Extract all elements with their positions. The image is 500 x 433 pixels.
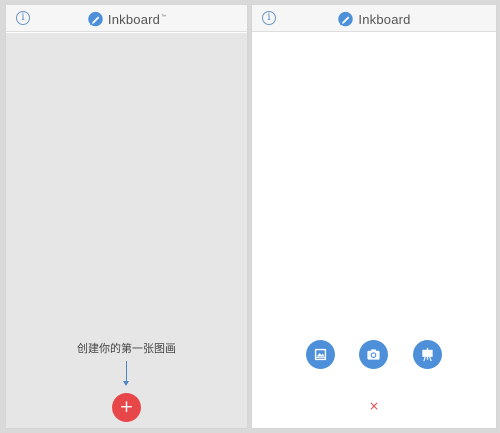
photo-gallery-icon — [314, 348, 327, 361]
down-arrow-icon — [126, 361, 127, 383]
pencil-bubble-logo-icon — [88, 11, 103, 26]
camera-button[interactable] — [359, 340, 388, 369]
top-bar: i Inkboard ™ — [6, 5, 247, 32]
app-name: Inkboard — [358, 11, 411, 27]
pencil-bubble-logo-icon — [338, 11, 354, 26]
create-first-drawing-hint: 创建你的第一张图画 — [77, 342, 176, 355]
add-drawing-button[interactable]: + — [112, 393, 141, 422]
camera-icon — [367, 349, 380, 360]
trademark-mark: ™ — [161, 14, 167, 20]
app-name: Inkboard — [107, 11, 161, 27]
new-drawing-screen: i Inkboard × — [251, 4, 497, 429]
close-icon[interactable]: × — [368, 400, 380, 412]
photo-library-button[interactable] — [306, 340, 335, 369]
app-brand: Inkboard ™ — [6, 10, 247, 28]
top-bar: i Inkboard — [252, 5, 496, 32]
easel-board-button[interactable] — [413, 340, 442, 369]
easel-icon — [422, 347, 433, 362]
start-screen: i Inkboard ™ 创建你的第一张图画 + — [5, 4, 248, 429]
arrow-head-icon — [123, 381, 129, 386]
app-brand: Inkboard — [252, 10, 496, 28]
